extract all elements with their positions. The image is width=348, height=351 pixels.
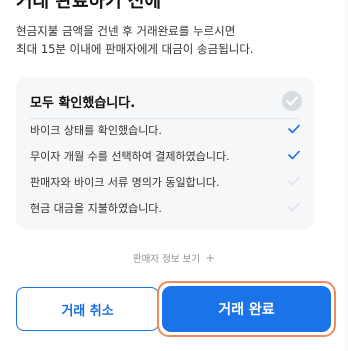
check-all-row[interactable]: 모두 확인했습니다.: [30, 91, 302, 113]
check-icon[interactable]: [288, 150, 300, 160]
seller-info-link[interactable]: 판매자 정보 보기 +: [0, 251, 348, 265]
seller-info-label: 판매자 정보 보기: [132, 254, 201, 265]
complete-trade-button-highlight: 거래 완료: [157, 281, 336, 337]
checklist-item-label: 판매자와 바이크 서류 명의가 동일합니다.: [30, 176, 220, 189]
checklist-item-label: 현금 대금을 지불하였습니다.: [30, 202, 162, 215]
checklist-card: 모두 확인했습니다. 바이크 상태를 확인했습니다. 무이자 개월 수를 선택하…: [16, 77, 314, 229]
check-icon[interactable]: [288, 124, 300, 134]
right-edge-shadow: [342, 0, 348, 351]
checklist-item-label: 무이자 개월 수를 선택하여 결제하였습니다.: [30, 150, 230, 163]
sheet-title: 거래 완료하기 전에: [16, 0, 162, 12]
check-icon: [286, 96, 298, 106]
check-all-label: 모두 확인했습니다.: [30, 96, 136, 111]
description: 현금지불 금액을 건넨 후 거래완료를 누르시면 최대 15분 이내에 판매자에…: [16, 22, 254, 58]
checklist-item[interactable]: 판매자와 바이크 서류 명의가 동일합니다.: [30, 172, 302, 192]
check-all-toggle[interactable]: [282, 91, 302, 111]
cancel-trade-button[interactable]: 거래 취소: [16, 287, 159, 331]
plus-icon: +: [205, 251, 216, 265]
checklist-item[interactable]: 바이크 상태를 확인했습니다.: [30, 120, 302, 140]
description-line: 최대 15분 이내에 판매자에게 대금이 송금됩니다.: [16, 42, 254, 56]
description-line: 현금지불 금액을 건넨 후 거래완료를 누르시면: [16, 24, 236, 38]
check-icon[interactable]: [288, 176, 300, 186]
checklist-item[interactable]: 현금 대금을 지불하였습니다.: [30, 198, 302, 218]
complete-trade-button[interactable]: 거래 완료: [162, 286, 331, 332]
divider: [30, 118, 300, 119]
checklist-item-label: 바이크 상태를 확인했습니다.: [30, 124, 162, 137]
check-icon[interactable]: [288, 202, 300, 212]
checklist-item[interactable]: 무이자 개월 수를 선택하여 결제하였습니다.: [30, 146, 302, 166]
trade-complete-sheet: 거래 완료하기 전에 현금지불 금액을 건넨 후 거래완료를 누르시면 최대 1…: [0, 0, 348, 351]
